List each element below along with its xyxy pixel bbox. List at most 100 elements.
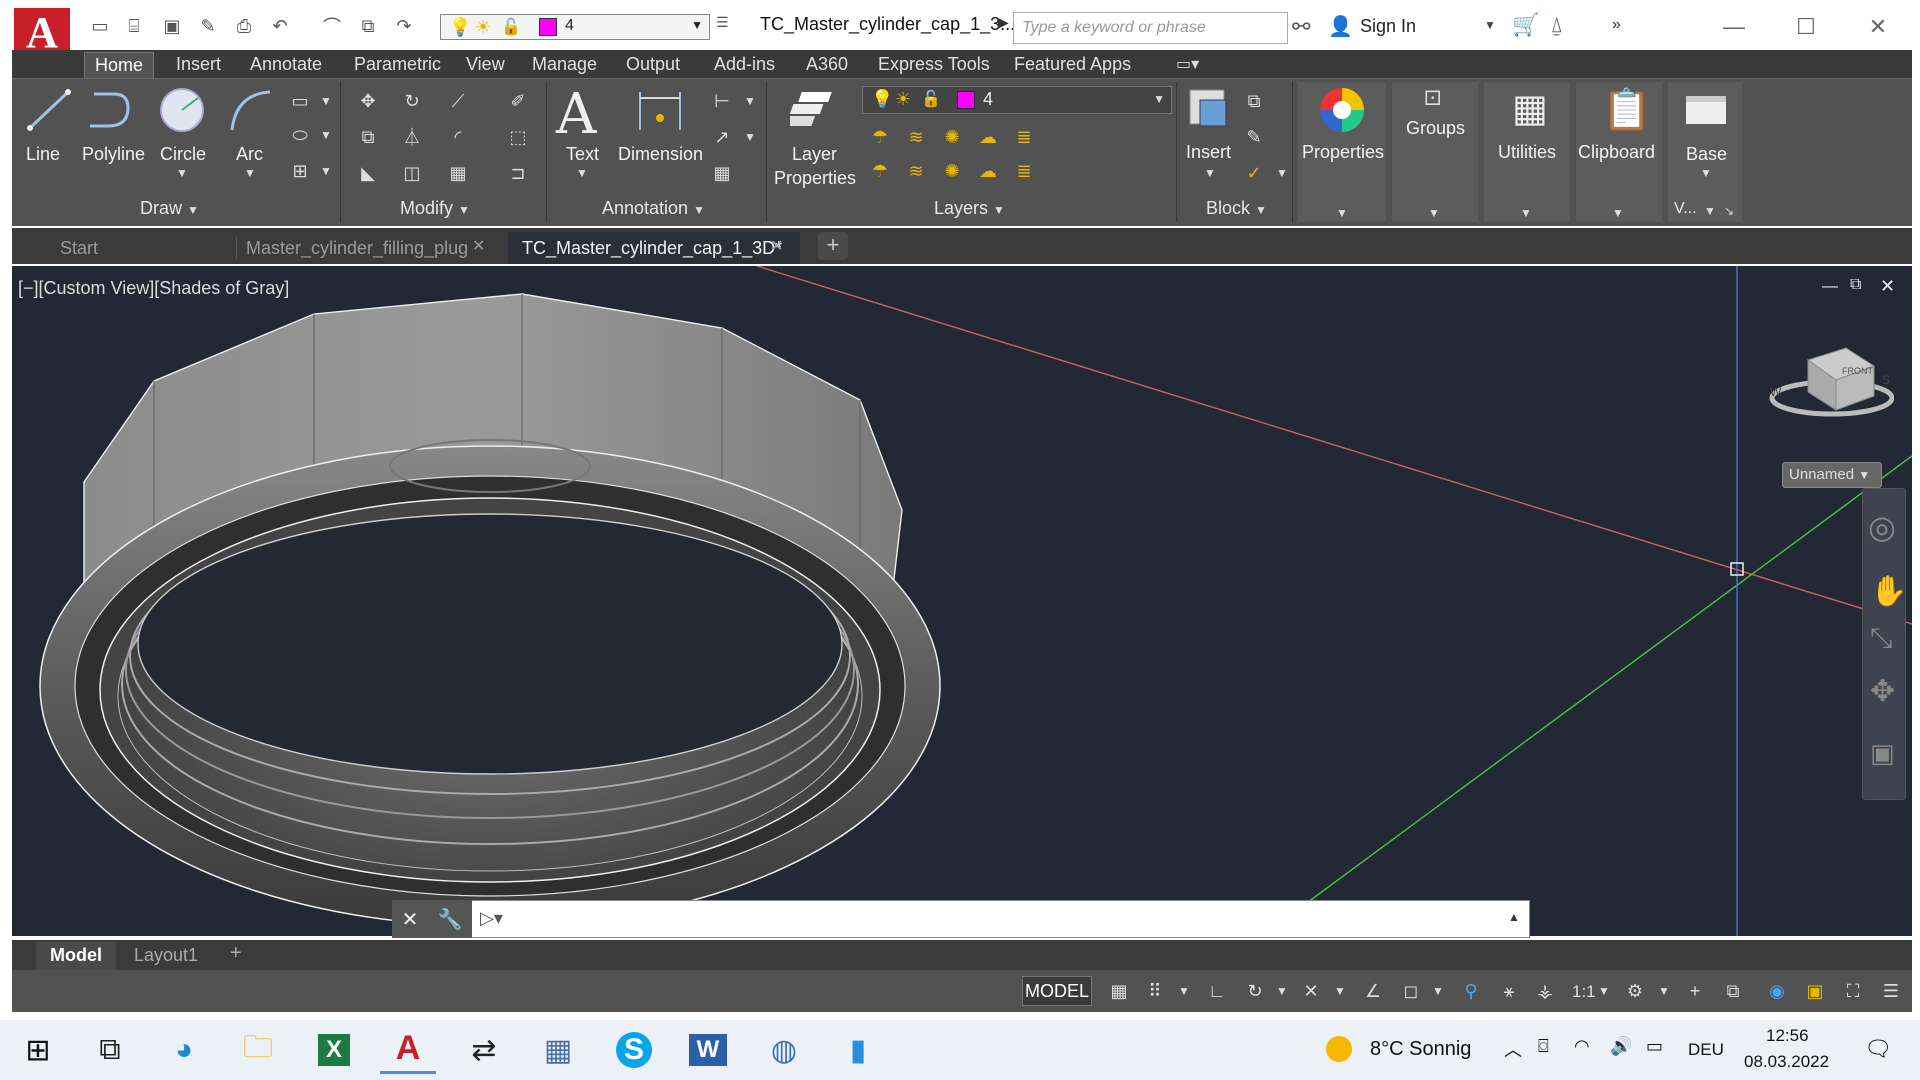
object-snap-dropdown-icon[interactable]: ▼ <box>1432 984 1444 998</box>
file-explorer-icon[interactable]: 🗀 <box>230 1026 286 1074</box>
expand-icon[interactable]: » <box>1612 16 1621 34</box>
panel-launcher-icon[interactable]: ↘ <box>1724 204 1734 218</box>
layer-lock-icon[interactable]: ☁ <box>974 124 1002 150</box>
system-tray-expand-icon[interactable]: ︿ <box>1504 1036 1522 1062</box>
polyline-button[interactable]: Polyline <box>82 144 145 165</box>
notifications-icon[interactable]: 🗨 <box>1864 1036 1892 1062</box>
tab-parametric[interactable]: Parametric <box>344 52 451 78</box>
tab-layout1[interactable]: Layout1 <box>120 942 212 970</box>
viewport-restore-icon[interactable]: ⧉ <box>1850 276 1861 294</box>
annotation-monitor-icon[interactable]: + <box>1678 976 1712 1006</box>
annotation-panel-title[interactable]: Annotation ▼ <box>602 198 705 222</box>
arc-dropdown-icon[interactable]: ▼ <box>244 166 256 180</box>
camera-icon[interactable]: ⌼ <box>1538 1036 1549 1057</box>
modify-panel-title[interactable]: Modify ▼ <box>400 198 470 222</box>
command-close-icon[interactable]: ✕ <box>402 907 419 932</box>
create-block-icon[interactable]: ⧉ <box>1240 88 1268 114</box>
layer-thaw-icon[interactable]: ✺ <box>938 158 966 184</box>
table-icon[interactable]: ▦ <box>708 160 736 186</box>
volume-icon[interactable]: 🔊 <box>1610 1036 1632 1057</box>
phone-app-icon[interactable]: ▮ <box>830 1026 886 1074</box>
explode-icon[interactable]: ⬚ <box>504 124 532 150</box>
arc-button[interactable]: Arc <box>236 144 263 165</box>
ribbon-layer-dropdown[interactable]: 💡 ☀ 🔓 4 ▼ <box>862 86 1172 114</box>
isodraft-dropdown-icon[interactable]: ▼ <box>1334 984 1346 998</box>
attribute-dropdown-icon[interactable]: ▼ <box>1276 166 1288 180</box>
isodraft-icon[interactable]: ✕ <box>1294 976 1328 1006</box>
lock-ui-icon[interactable]: ▣ <box>1798 976 1832 1006</box>
ribbon-minimize-icon[interactable]: ▭▾ <box>1176 54 1199 74</box>
zoom-icon[interactable]: ⤡ <box>1870 622 1892 655</box>
circle-button[interactable]: Circle <box>160 144 206 165</box>
customization-menu-icon[interactable]: ☰ <box>1874 976 1908 1006</box>
print-icon[interactable]: ⎙ <box>232 14 256 38</box>
rotate-icon[interactable]: ↻ <box>398 88 426 114</box>
binoculars-icon[interactable]: ⚯ <box>1292 14 1310 40</box>
named-view-dropdown[interactable]: Unnamed ▼ <box>1782 462 1882 488</box>
select-icon[interactable]: ⧉ <box>356 14 380 38</box>
viewport-controls-label[interactable]: [−][Custom View][Shades of Gray] <box>18 278 289 299</box>
rectangle-dropdown-icon[interactable]: ▼ <box>320 94 332 108</box>
transfer-icon[interactable]: ⇄ <box>456 1026 512 1074</box>
command-line-input[interactable] <box>392 900 1530 938</box>
view-panel-title[interactable]: V... <box>1674 200 1697 218</box>
tab-output[interactable]: Output <box>616 52 690 78</box>
scale-dropdown-icon[interactable]: ▼ <box>1598 984 1610 998</box>
units-icon[interactable]: ⧉ <box>1716 976 1750 1006</box>
viewport-minimize-icon[interactable]: — <box>1822 278 1838 296</box>
viewport-close-icon[interactable]: ✕ <box>1880 276 1895 297</box>
clipboard-dropdown-icon[interactable]: ▼ <box>1612 206 1624 220</box>
undo-icon[interactable]: ↶ <box>268 14 292 38</box>
clock-time[interactable]: 12:56 <box>1766 1026 1809 1046</box>
autocad-taskbar-icon[interactable]: A <box>380 1026 436 1074</box>
tab-addins[interactable]: Add-ins <box>704 52 785 78</box>
save-icon[interactable]: ▣ <box>160 14 184 38</box>
excel-icon[interactable]: X <box>306 1026 362 1074</box>
tab-manage[interactable]: Manage <box>522 52 607 78</box>
clipboard-button[interactable]: Clipboard <box>1578 142 1655 163</box>
stretch-icon[interactable]: ◣ <box>354 160 382 186</box>
quick-properties-icon[interactable]: ◉ <box>1760 976 1794 1006</box>
tab-featured-apps[interactable]: Featured Apps <box>1004 52 1141 78</box>
block-panel-title[interactable]: Block ▼ <box>1206 198 1267 222</box>
text-button[interactable]: Text <box>566 144 599 165</box>
offset-icon[interactable]: ⊐ <box>504 160 532 186</box>
groups-button[interactable]: Groups <box>1406 118 1465 139</box>
auto-scale-icon[interactable]: ⚹ <box>1492 976 1526 1006</box>
layer-freeze-icon[interactable]: ✺ <box>938 124 966 150</box>
fillet-icon[interactable]: ◜ <box>444 124 472 150</box>
word-icon[interactable]: W <box>680 1026 736 1074</box>
annotation-visibility-icon[interactable]: ⚲ <box>1454 976 1488 1006</box>
region-icon[interactable]: ⊞ <box>286 158 314 184</box>
workspace-dropdown-icon[interactable]: ▼ <box>1658 984 1670 998</box>
annotation-scale-icon[interactable]: ⚶ <box>1528 976 1562 1006</box>
redo-icon[interactable]: ↷ <box>392 14 416 38</box>
close-tab-icon[interactable]: ✕ <box>472 236 485 256</box>
drawing-viewport[interactable] <box>12 266 1912 936</box>
tab-a360[interactable]: A360 <box>796 52 858 78</box>
layer-walk-icon[interactable]: ≣ <box>1010 158 1038 184</box>
layer-off-icon[interactable]: ☂ <box>866 124 894 150</box>
open-file-icon[interactable]: ⌸ <box>122 14 146 38</box>
snap-icon[interactable]: ⠿ <box>1138 976 1172 1006</box>
tab-view[interactable]: View <box>456 52 515 78</box>
array-icon[interactable]: ▦ <box>444 160 472 186</box>
edge-icon[interactable]: ◕ <box>156 1026 212 1074</box>
wifi-icon[interactable]: ◠ <box>1574 1036 1590 1057</box>
utilities-dropdown-icon[interactable]: ▼ <box>1520 206 1532 220</box>
region-dropdown-icon[interactable]: ▼ <box>320 164 332 178</box>
draw-panel-title[interactable]: Draw ▼ <box>140 198 199 222</box>
linear-dim-dropdown-icon[interactable]: ▼ <box>744 94 756 108</box>
polar-icon[interactable]: ↻ <box>1238 976 1272 1006</box>
tab-tc-master-cylinder-cap[interactable]: TC_Master_cylinder_cap_1_3D* <box>508 232 800 264</box>
mirror-icon[interactable]: ⏃ <box>398 124 426 150</box>
new-tab-button[interactable]: + <box>818 232 848 260</box>
properties-dropdown-icon[interactable]: ▼ <box>1336 206 1348 220</box>
snap-dropdown-icon[interactable]: ▼ <box>1178 984 1190 998</box>
layer-isolate-icon[interactable]: ≋ <box>902 124 930 150</box>
tab-express-tools[interactable]: Express Tools <box>868 52 1000 78</box>
tab-annotate[interactable]: Annotate <box>240 52 332 78</box>
tab-model[interactable]: Model <box>36 942 116 970</box>
battery-icon[interactable]: ▭ <box>1646 1036 1663 1057</box>
circle-dropdown-icon[interactable]: ▼ <box>176 166 188 180</box>
